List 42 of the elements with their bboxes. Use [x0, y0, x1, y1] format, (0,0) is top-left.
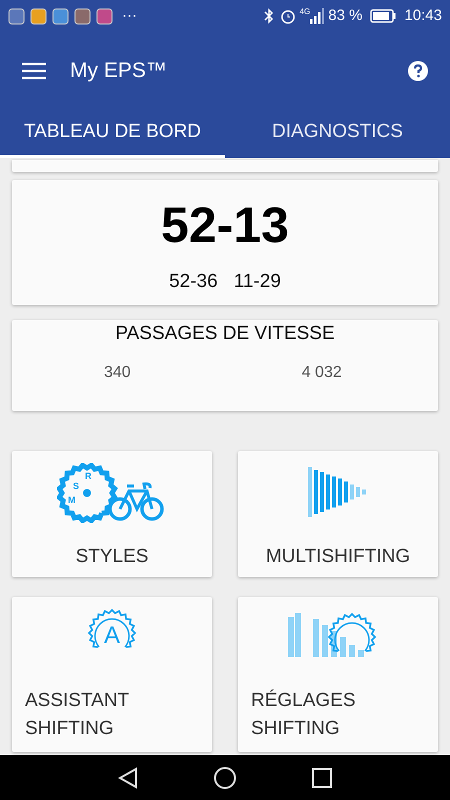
recents-icon[interactable]	[312, 768, 332, 788]
alarm-icon	[280, 8, 296, 24]
value-text: 340	[104, 362, 131, 382]
tile-label: RÉGLAGES SHIFTING	[251, 688, 357, 741]
cassette-text: 11-29	[234, 270, 281, 294]
chainring-text: 52-36	[169, 270, 218, 294]
tile-card[interactable]: MULTISHIFTING	[238, 451, 438, 577]
bluetooth-icon	[264, 8, 274, 24]
app-title: My EPS™	[70, 58, 168, 84]
dial-letter: M	[68, 495, 76, 505]
tile-label: STYLES	[74, 545, 150, 569]
bicycle-icon	[108, 482, 164, 521]
tile-label: ASSISTANT SHIFTING	[25, 689, 130, 741]
back-icon[interactable]	[118, 766, 138, 788]
tile-card[interactable]: S R M STYLES	[12, 451, 212, 577]
gear-dial-icon	[57, 463, 118, 523]
dial-letter: S	[73, 481, 80, 491]
menu-icon[interactable]	[22, 62, 46, 80]
signal-icon	[310, 8, 324, 24]
more-notifications-text: ···	[122, 6, 137, 26]
notification-icon	[52, 8, 69, 24]
time-text: 10:43	[404, 6, 442, 26]
network-text: 4G	[300, 6, 310, 18]
section-title: PASSAGES DE VITESSE	[114, 322, 336, 346]
battery-icon	[370, 9, 396, 23]
help-icon[interactable]	[408, 61, 428, 81]
notification-icon	[96, 8, 113, 24]
gear-letter: A	[104, 622, 120, 649]
notification-icon	[74, 8, 91, 24]
tile-card[interactable]: A ASSISTANT SHIFTING	[12, 597, 212, 752]
home-icon[interactable]	[212, 766, 237, 790]
tile-card[interactable]: RÉGLAGES SHIFTING	[238, 597, 438, 752]
value-text: 4 032	[302, 362, 342, 382]
notification-icon	[30, 8, 47, 24]
tile-label: MULTISHIFTING	[264, 545, 412, 569]
tab[interactable]: DIAGNOSTICS	[225, 110, 450, 158]
notification-icon	[8, 8, 25, 24]
current-gear-text: 52-13	[161, 200, 289, 250]
bars-icon	[308, 467, 368, 519]
gear-icon	[88, 608, 136, 648]
dial-letter: R	[85, 471, 92, 481]
battery-text: 83 %	[328, 6, 362, 26]
